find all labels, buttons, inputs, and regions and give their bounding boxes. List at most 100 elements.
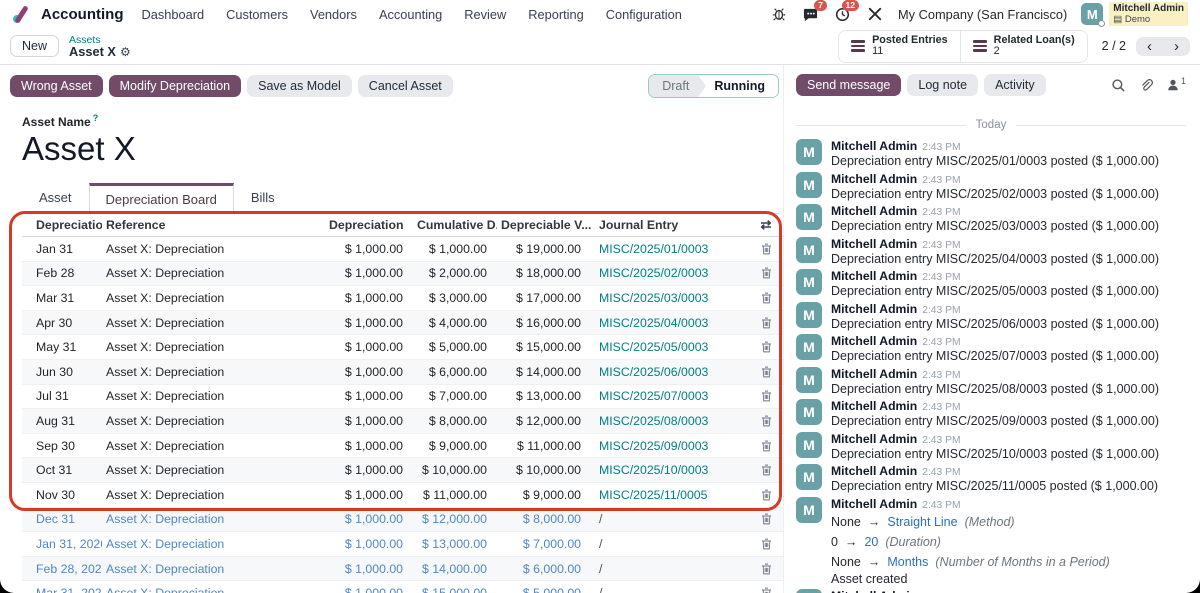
menu-dashboard[interactable]: Dashboard xyxy=(142,7,205,22)
delete-row-button[interactable] xyxy=(749,366,783,378)
row-cumulative[interactable]: $ 10,000.00 xyxy=(413,463,497,477)
menu-reporting[interactable]: Reporting xyxy=(528,7,584,22)
row-depreciable[interactable]: $ 5,000.00 xyxy=(497,586,591,593)
optional-columns-icon[interactable]: ⇄ xyxy=(749,217,783,233)
journal-entry-link[interactable]: MISC/2025/05/0003 xyxy=(591,340,749,354)
row-depreciation[interactable]: $ 1,000.00 xyxy=(325,291,413,305)
row-depreciable[interactable]: $ 12,000.00 xyxy=(497,414,591,428)
menu-accounting[interactable]: Accounting xyxy=(379,7,442,22)
row-cumulative[interactable]: $ 12,000.00 xyxy=(413,512,497,526)
search-messages-icon[interactable] xyxy=(1111,78,1126,93)
row-depreciable[interactable]: $ 15,000.00 xyxy=(497,340,591,354)
message-author[interactable]: Mitchell Admin xyxy=(831,334,917,348)
row-cumulative[interactable]: $ 5,000.00 xyxy=(413,340,497,354)
table-row[interactable]: Jan 31, 2026 Asset X: Depreciation $ 1,0… xyxy=(22,532,783,557)
row-depreciation[interactable]: $ 1,000.00 xyxy=(325,266,413,280)
cancel-asset-button[interactable]: Cancel Asset xyxy=(358,75,453,97)
journal-entry-link[interactable]: MISC/2025/10/0003 xyxy=(591,463,749,477)
row-reference[interactable]: Asset X: Depreciation xyxy=(102,340,325,354)
accounting-app-icon[interactable] xyxy=(12,6,29,23)
modify-depreciation-button[interactable]: Modify Depreciation xyxy=(109,75,241,97)
row-date[interactable]: Apr 30 xyxy=(22,316,102,330)
row-depreciable[interactable]: $ 8,000.00 xyxy=(497,512,591,526)
delete-row-button[interactable] xyxy=(749,489,783,501)
row-depreciable[interactable]: $ 19,000.00 xyxy=(497,242,591,256)
row-date[interactable]: Feb 28, 2026 xyxy=(22,562,102,576)
row-reference[interactable]: Asset X: Depreciation xyxy=(102,316,325,330)
journal-entry-link[interactable]: MISC/2025/04/0003 xyxy=(591,316,749,330)
message-author[interactable]: Mitchell Admin xyxy=(831,497,917,511)
row-reference[interactable]: Asset X: Depreciation xyxy=(102,586,325,593)
row-depreciable[interactable]: $ 10,000.00 xyxy=(497,463,591,477)
table-row[interactable]: Mar 31 Asset X: Depreciation $ 1,000.00 … xyxy=(22,286,783,311)
row-depreciable[interactable]: $ 11,000.00 xyxy=(497,439,591,453)
followers-icon[interactable]: 1 xyxy=(1166,78,1186,92)
row-depreciable[interactable]: $ 9,000.00 xyxy=(497,488,591,502)
journal-entry-link[interactable]: MISC/2025/02/0003 xyxy=(591,266,749,280)
tracking-new-value[interactable]: 20 xyxy=(864,535,878,549)
bug-icon[interactable] xyxy=(770,5,788,23)
messages-icon[interactable]: 7 xyxy=(802,5,820,23)
row-date[interactable]: Oct 31 xyxy=(22,463,102,477)
status-running[interactable]: Running xyxy=(698,75,778,97)
col-depreciable[interactable]: Depreciable V... xyxy=(497,218,591,232)
delete-row-button[interactable] xyxy=(749,538,783,550)
message-author[interactable]: Mitchell Admin xyxy=(831,589,917,593)
row-cumulative[interactable]: $ 11,000.00 xyxy=(413,488,497,502)
tracking-new-value[interactable]: Straight Line xyxy=(887,515,957,529)
table-row[interactable]: Dec 31 Asset X: Depreciation $ 1,000.00 … xyxy=(22,508,783,533)
asset-name-field[interactable]: Asset X xyxy=(22,130,783,168)
pager-previous-button[interactable]: ‹ xyxy=(1136,37,1163,56)
row-reference[interactable]: Asset X: Depreciation xyxy=(102,389,325,403)
row-date[interactable]: Sep 30 xyxy=(22,439,102,453)
row-date[interactable]: Mar 31, 2026 xyxy=(22,586,102,593)
tab-bills[interactable]: Bills xyxy=(234,183,292,214)
wrong-asset-button[interactable]: Wrong Asset xyxy=(10,75,103,97)
row-depreciation[interactable]: $ 1,000.00 xyxy=(325,414,413,428)
journal-entry-link[interactable]: MISC/2025/07/0003 xyxy=(591,389,749,403)
menu-review[interactable]: Review xyxy=(464,7,506,22)
row-depreciable[interactable]: $ 17,000.00 xyxy=(497,291,591,305)
table-row[interactable]: Jul 31 Asset X: Depreciation $ 1,000.00 … xyxy=(22,385,783,410)
new-button[interactable]: New xyxy=(10,35,59,57)
row-date[interactable]: Feb 28 xyxy=(22,266,102,280)
help-icon[interactable]: ? xyxy=(93,113,99,123)
row-depreciable[interactable]: $ 13,000.00 xyxy=(497,389,591,403)
delete-row-button[interactable] xyxy=(749,292,783,304)
row-reference[interactable]: Asset X: Depreciation xyxy=(102,537,325,551)
row-depreciation[interactable]: $ 1,000.00 xyxy=(325,365,413,379)
delete-row-button[interactable] xyxy=(749,440,783,452)
message-author[interactable]: Mitchell Admin xyxy=(831,302,917,316)
row-reference[interactable]: Asset X: Depreciation xyxy=(102,242,325,256)
message-author[interactable]: Mitchell Admin xyxy=(831,172,917,186)
row-cumulative[interactable]: $ 14,000.00 xyxy=(413,562,497,576)
row-date[interactable]: Dec 31 xyxy=(22,512,102,526)
activity-button[interactable]: Activity xyxy=(984,74,1046,96)
delete-row-button[interactable] xyxy=(749,390,783,402)
attachments-icon[interactable] xyxy=(1139,78,1153,93)
tracking-new-value[interactable]: Months xyxy=(887,555,928,569)
row-depreciation[interactable]: $ 1,000.00 xyxy=(325,488,413,502)
row-reference[interactable]: Asset X: Depreciation xyxy=(102,463,325,477)
table-row[interactable]: Oct 31 Asset X: Depreciation $ 1,000.00 … xyxy=(22,458,783,483)
row-cumulative[interactable]: $ 13,000.00 xyxy=(413,537,497,551)
row-depreciation[interactable]: $ 1,000.00 xyxy=(325,340,413,354)
col-journal-entry[interactable]: Journal Entry xyxy=(591,218,749,232)
company-switcher[interactable]: My Company (San Francisco) xyxy=(898,7,1067,22)
row-depreciation[interactable]: $ 1,000.00 xyxy=(325,537,413,551)
row-date[interactable]: Aug 31 xyxy=(22,414,102,428)
row-depreciation[interactable]: $ 1,000.00 xyxy=(325,316,413,330)
message-author[interactable]: Mitchell Admin xyxy=(831,139,917,153)
delete-row-button[interactable] xyxy=(749,243,783,255)
row-depreciation[interactable]: $ 1,000.00 xyxy=(325,463,413,477)
row-date[interactable]: May 31 xyxy=(22,340,102,354)
row-reference[interactable]: Asset X: Depreciation xyxy=(102,512,325,526)
row-date[interactable]: Jan 31 xyxy=(22,242,102,256)
row-date[interactable]: Jun 30 xyxy=(22,365,102,379)
table-row[interactable]: Feb 28 Asset X: Depreciation $ 1,000.00 … xyxy=(22,262,783,287)
posted-entries-button[interactable]: Posted Entries 11 xyxy=(839,31,960,62)
delete-row-button[interactable] xyxy=(749,415,783,427)
delete-row-button[interactable] xyxy=(749,267,783,279)
row-cumulative[interactable]: $ 4,000.00 xyxy=(413,316,497,330)
table-row[interactable]: Jan 31 Asset X: Depreciation $ 1,000.00 … xyxy=(22,237,783,262)
